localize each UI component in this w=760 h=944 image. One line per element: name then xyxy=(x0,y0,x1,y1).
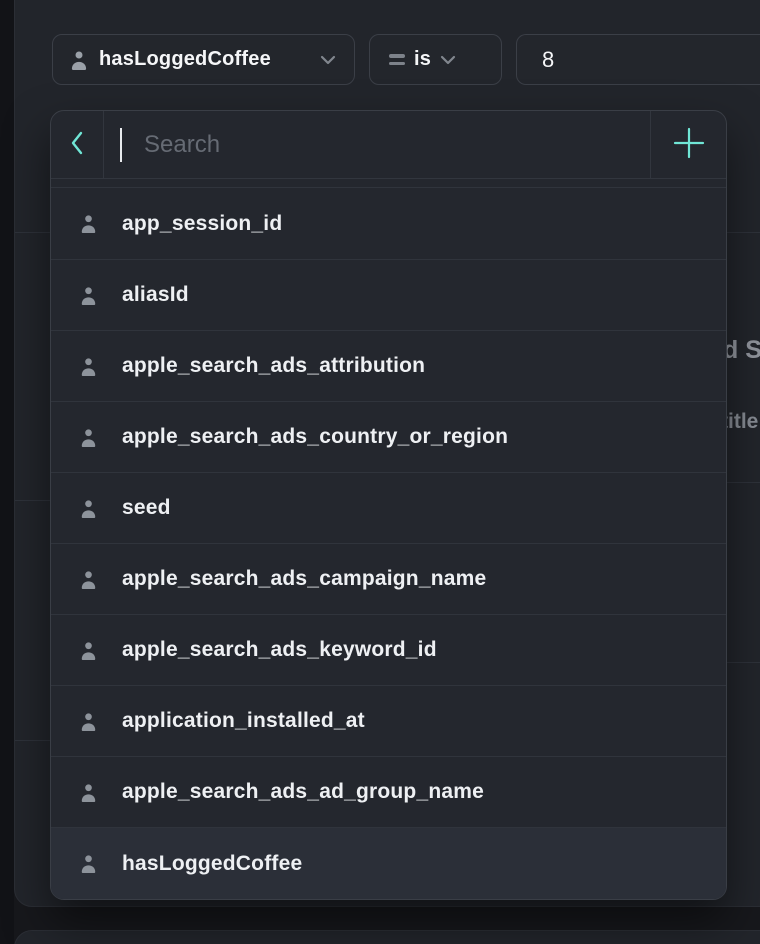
list-item[interactable]: aliasId xyxy=(51,259,726,330)
person-icon xyxy=(79,285,98,306)
occluded-background-text: d S xyxy=(723,336,760,365)
filter-value-chip[interactable]: 8 xyxy=(516,34,760,85)
list-item-label: apple_search_ads_country_or_region xyxy=(122,425,508,449)
back-button[interactable] xyxy=(51,111,104,178)
background-divider xyxy=(15,740,50,741)
search-field-wrap xyxy=(104,111,650,178)
next-section-panel xyxy=(14,930,760,944)
person-icon xyxy=(69,49,89,71)
list-item[interactable]: apple_search_ads_ad_group_name xyxy=(51,756,726,827)
list-item-label: app_session_id xyxy=(122,212,282,236)
add-property-button[interactable] xyxy=(650,111,726,178)
person-icon xyxy=(79,213,98,234)
filter-property-chip[interactable]: hasLoggedCoffee xyxy=(52,34,355,85)
person-icon xyxy=(79,853,98,874)
page-background: d S title hasLoggedCoffee is 8 xyxy=(0,0,760,944)
dropdown-header xyxy=(51,111,726,179)
list-item-selected[interactable]: hasLoggedCoffee xyxy=(51,827,726,899)
list-item-label: aliasId xyxy=(122,283,189,307)
list-item[interactable]: apple_search_ads_keyword_id xyxy=(51,614,726,685)
chevron-down-icon xyxy=(440,55,456,65)
list-item[interactable]: app_session_id xyxy=(51,188,726,259)
background-divider xyxy=(15,500,50,501)
property-list: app_session_id aliasId apple_search_ads_… xyxy=(51,187,726,899)
filter-operator-chip[interactable]: is xyxy=(369,34,502,85)
person-icon xyxy=(79,782,98,803)
chevron-left-icon xyxy=(70,131,84,158)
background-divider xyxy=(726,482,760,483)
person-icon xyxy=(79,427,98,448)
list-item[interactable]: seed xyxy=(51,472,726,543)
list-item-label: hasLoggedCoffee xyxy=(122,852,302,876)
text-caret xyxy=(120,128,122,162)
person-icon xyxy=(79,640,98,661)
equals-icon xyxy=(389,54,405,65)
list-item-label: seed xyxy=(122,496,171,520)
list-item-label: application_installed_at xyxy=(122,709,365,733)
filter-value-text: 8 xyxy=(542,47,554,73)
chevron-down-icon xyxy=(320,55,336,65)
list-item[interactable]: apple_search_ads_campaign_name xyxy=(51,543,726,614)
list-item[interactable]: apple_search_ads_country_or_region xyxy=(51,401,726,472)
list-item-label: apple_search_ads_campaign_name xyxy=(122,567,486,591)
plus-icon xyxy=(672,126,706,163)
filter-operator-label: is xyxy=(414,48,431,71)
property-picker-dropdown: app_session_id aliasId apple_search_ads_… xyxy=(50,110,727,900)
page-gutter xyxy=(0,0,14,944)
list-item-label: apple_search_ads_keyword_id xyxy=(122,638,437,662)
person-icon xyxy=(79,569,98,590)
list-item-label: apple_search_ads_attribution xyxy=(122,354,425,378)
list-item[interactable]: apple_search_ads_attribution xyxy=(51,330,726,401)
person-icon xyxy=(79,498,98,519)
person-icon xyxy=(79,356,98,377)
list-item[interactable]: application_installed_at xyxy=(51,685,726,756)
background-divider xyxy=(726,662,760,663)
person-icon xyxy=(79,711,98,732)
search-input[interactable] xyxy=(104,111,650,178)
list-item-label: apple_search_ads_ad_group_name xyxy=(122,780,484,804)
filter-property-label: hasLoggedCoffee xyxy=(99,48,271,71)
